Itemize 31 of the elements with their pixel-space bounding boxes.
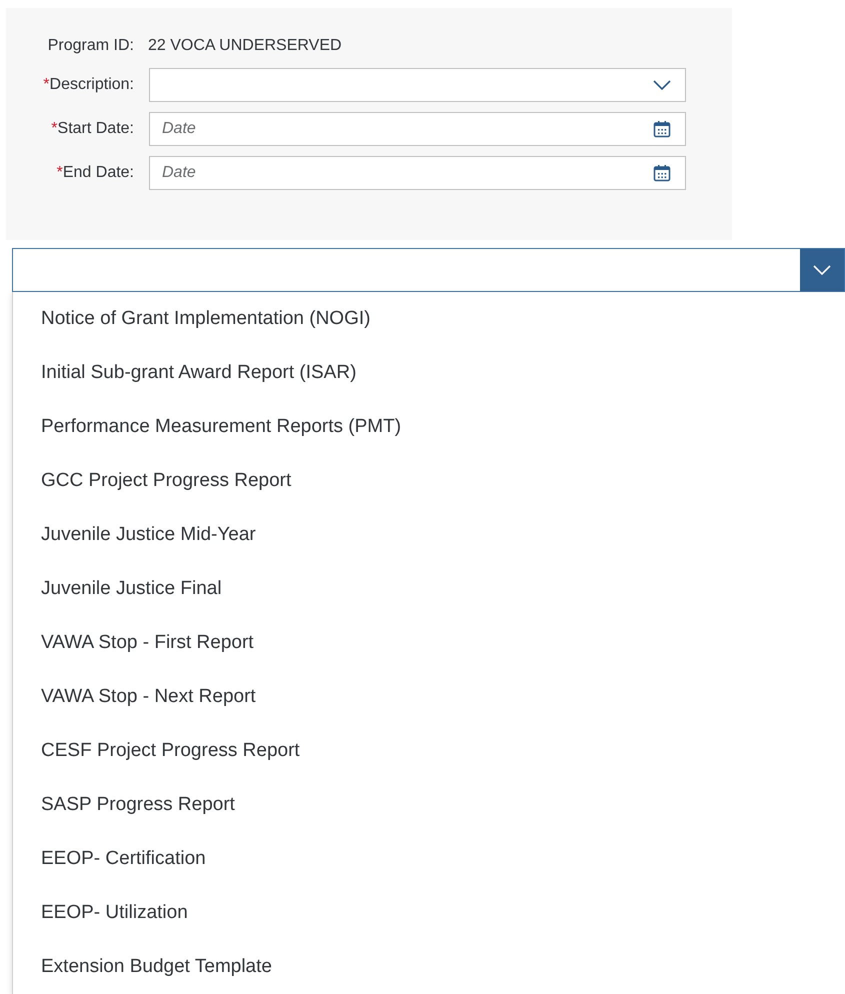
calendar-icon (653, 120, 671, 138)
dropdown-option[interactable]: Juvenile Justice Mid-Year (13, 508, 845, 562)
field-label: End Date: (62, 163, 134, 183)
required-mark: * (56, 163, 63, 183)
dropdown-option[interactable]: EEOP- Certification (13, 832, 845, 886)
dropdown-option[interactable]: Performance Measurement Reports (PMT) (13, 400, 845, 454)
required-mark: * (51, 119, 58, 139)
chevron-down-icon (813, 265, 831, 275)
dropdown-option[interactable]: EEOP- Utilization (13, 886, 845, 940)
program-id-value: 22 VOCA UNDERSERVED (148, 36, 342, 56)
date-field[interactable]: Date (149, 156, 686, 190)
date-field[interactable]: Date (149, 112, 686, 146)
dropdown-option[interactable]: VAWA Stop - First Report (13, 616, 845, 670)
field-label: Program ID: (46, 36, 134, 56)
date-input[interactable]: Date (162, 117, 653, 141)
field-label: Start Date: (58, 119, 134, 139)
dropdown-option[interactable]: Initial Sub-grant Award Report (ISAR) (13, 346, 845, 400)
dropdown-option[interactable]: GCC Project Progress Report (13, 454, 845, 508)
dropdown-option[interactable]: Juvenile Justice Final (13, 562, 845, 616)
dropdown-option[interactable]: Notice of Grant Implementation (NOGI) (13, 292, 845, 346)
chevron-down-icon (653, 80, 671, 90)
calendar-icon (653, 164, 671, 182)
dropdown-option[interactable]: SASP Progress Report (13, 778, 845, 832)
field-label: Description: (50, 75, 134, 95)
date-input[interactable]: Date (162, 161, 653, 185)
dropdown-option[interactable]: VAWA Stop - Next Report (13, 670, 845, 724)
dropdown-toggle-button[interactable] (800, 249, 844, 291)
report-dropdown[interactable] (12, 248, 845, 292)
dropdown-option[interactable]: Extension Budget Template (13, 940, 845, 994)
required-mark: * (43, 75, 50, 95)
dropdown-option[interactable]: CESF Project Progress Report (13, 724, 845, 778)
